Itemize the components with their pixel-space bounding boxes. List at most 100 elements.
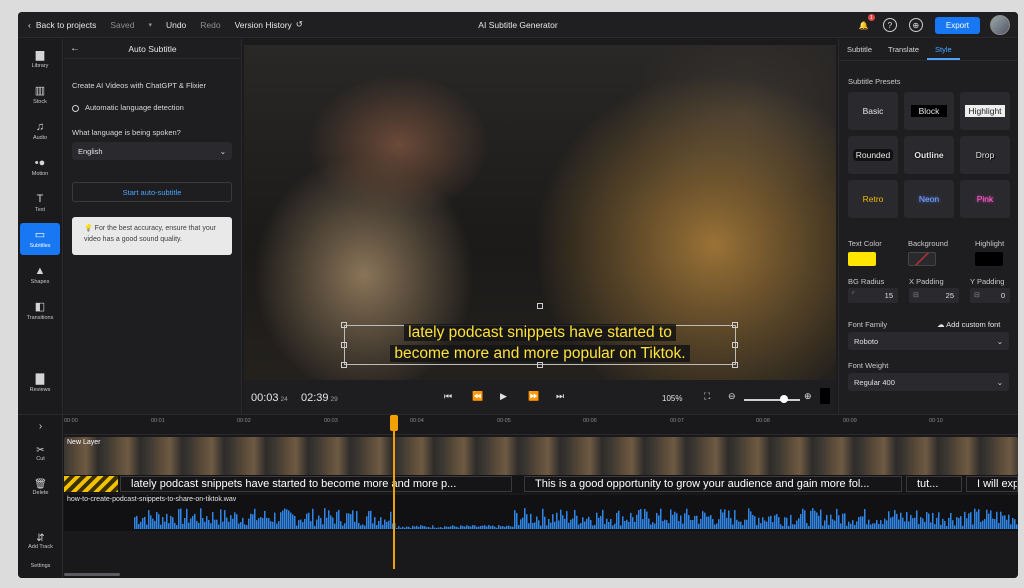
play-icon[interactable]: ▶ (500, 391, 507, 402)
rail-item-transitions[interactable]: ◧ Transitions (20, 295, 60, 327)
x-padding-input[interactable]: ⊟ 25 (909, 288, 959, 303)
collapse-icon[interactable]: › (18, 421, 63, 432)
font-family-label: Font Family (848, 320, 888, 329)
globe-icon[interactable]: ⊕ (908, 18, 923, 32)
language-select[interactable]: English ⌄ (72, 142, 232, 160)
preset-rounded[interactable]: Rounded (848, 136, 898, 174)
add-custom-font-button[interactable]: ☁ Add custom font (937, 320, 1000, 329)
zoom-out-icon[interactable]: ⊖ (728, 391, 736, 402)
style-tabs: Subtitle Translate Style (839, 39, 1018, 61)
playhead[interactable] (393, 429, 395, 569)
cut-button[interactable]: ✂ Cut (18, 445, 63, 462)
preset-retro[interactable]: Retro (848, 180, 898, 218)
topbar-actions: 🔔 1 ? ⊕ Export (857, 14, 1010, 35)
back-to-projects-button[interactable]: ‹ Back to projects (28, 20, 96, 30)
background-label: Background (908, 239, 949, 248)
chevron-down-icon: ⌄ (996, 336, 1003, 346)
bg-radius-input[interactable]: ⌜ 15 (848, 288, 898, 303)
zoom-level: 105% (662, 394, 683, 403)
skip-start-icon[interactable]: ⏮ (444, 391, 452, 402)
language-question: What language is being spoken? (72, 128, 181, 137)
add-track-button[interactable]: ⇵ Add Track (18, 533, 63, 550)
timeline-tools: › ✂ Cut 🗑 Delete ⇵ Add Track Settings (18, 415, 63, 578)
time-ruler[interactable]: 00:00 00:01 00:02 00:03 00:04 00:05 00:0… (64, 415, 1018, 435)
preset-block[interactable]: Block (904, 92, 954, 130)
bg-radius-label: BG Radius (848, 277, 885, 286)
aspect-icon[interactable] (820, 388, 830, 404)
delete-button[interactable]: 🗑 Delete (18, 479, 63, 496)
auto-detect-option[interactable]: Automatic language detection (72, 103, 184, 112)
rotate-handle[interactable] (537, 303, 543, 309)
help-icon[interactable]: ? (882, 18, 897, 32)
tick-label: 00:01 (151, 418, 165, 424)
cloud-upload-icon: ☁ (937, 320, 945, 329)
caption-line-2: become more and more popular on Tiktok. (244, 345, 836, 363)
settings-button[interactable]: Settings (18, 563, 63, 569)
presets-label: Subtitle Presets (848, 77, 901, 86)
subtitle-clip[interactable]: This is a good opportunity to grow your … (524, 476, 902, 492)
rail-item-audio[interactable]: ♫ Audio (20, 115, 60, 147)
x-padding-icon: ⊟ (913, 292, 919, 299)
saved-status: Saved (110, 19, 135, 30)
preset-outline[interactable]: Outline (904, 136, 954, 174)
rewind-icon[interactable]: ⏪ (472, 391, 483, 402)
tab-style[interactable]: Style (927, 39, 960, 60)
corner-icon: ⌜ (852, 292, 856, 299)
rail-item-shapes[interactable]: ▲ Shapes (20, 259, 60, 291)
start-auto-subtitle-button[interactable]: Start auto-subtitle (72, 182, 232, 202)
redo-button[interactable]: Redo (200, 20, 220, 30)
tab-translate[interactable]: Translate (880, 39, 927, 60)
video-track[interactable]: New Layer (64, 437, 1018, 475)
arrow-left-icon[interactable]: ← (70, 43, 90, 54)
undo-button[interactable]: Undo (166, 20, 186, 30)
version-history-button[interactable]: Version History ↺ (235, 19, 303, 30)
caption-line-1: lately podcast snippets have started to (244, 324, 836, 342)
avatar[interactable] (990, 15, 1010, 35)
preset-neon[interactable]: Neon (904, 180, 954, 218)
chevron-left-icon: ‹ (28, 19, 31, 30)
tick-label: 00:09 (843, 418, 857, 424)
font-family-select[interactable]: Roboto ⌄ (848, 332, 1009, 350)
skip-end-icon[interactable]: ⏭ (556, 391, 564, 402)
rail-item-library[interactable]: ▆ Library (20, 43, 60, 75)
export-button[interactable]: Export (934, 16, 980, 34)
notification-badge: 1 (867, 14, 875, 21)
audio-track[interactable]: how-to-create-podcast-snippets-to-share-… (64, 495, 1018, 531)
font-weight-select[interactable]: Regular 400 ⌄ (848, 373, 1009, 391)
subtitle-clip[interactable]: lately podcast snippets have started to … (120, 476, 512, 492)
trash-icon: 🗑 (34, 479, 47, 490)
radio-icon[interactable] (72, 104, 79, 112)
tip-box: 💡 For the best accuracy, ensure that you… (72, 217, 232, 255)
rail-item-subtitles[interactable]: ▭ Subtitles (20, 223, 60, 255)
rail-item-stock[interactable]: ▥ Stock (20, 79, 60, 111)
font-weight-label: Font Weight (848, 361, 889, 370)
highlight-color-swatch[interactable] (975, 252, 1003, 266)
fullscreen-icon[interactable]: ⛶ (704, 391, 710, 402)
rail-item-motion[interactable]: •● Motion (20, 151, 60, 183)
lightbulb-icon: 💡 (84, 225, 93, 232)
zoom-in-icon[interactable]: ⊕ (804, 391, 812, 402)
rail-item-text[interactable]: T Text (20, 187, 60, 219)
tick-label: 00:00 (64, 418, 78, 424)
empty-gap (64, 476, 118, 492)
subtitle-clip[interactable]: I will expla (966, 476, 1018, 492)
fast-forward-icon[interactable]: ⏩ (528, 391, 539, 402)
video-preview[interactable]: lately podcast snippets have started to … (244, 45, 836, 380)
zoom-slider[interactable] (744, 399, 800, 401)
zoom-slider-knob[interactable] (780, 395, 788, 403)
text-color-swatch[interactable] (848, 252, 876, 266)
x-padding-label: X Padding (909, 277, 944, 286)
saved-dropdown-icon[interactable]: ▾ (148, 21, 152, 29)
bell-icon[interactable]: 🔔 1 (857, 14, 875, 32)
preset-pink[interactable]: Pink (960, 180, 1010, 218)
y-padding-input[interactable]: ⊟ 0 (970, 288, 1010, 303)
timeline-scrollbar[interactable] (64, 573, 120, 576)
background-color-swatch[interactable] (908, 252, 936, 266)
preset-drop[interactable]: Drop (960, 136, 1010, 174)
rail-item-reviews[interactable]: ▇ Reviews (20, 367, 60, 399)
preset-highlight[interactable]: Highlight (960, 92, 1010, 130)
preset-basic[interactable]: Basic (848, 92, 898, 130)
tab-subtitle[interactable]: Subtitle (839, 39, 880, 60)
subtitle-clip[interactable]: tut... (906, 476, 962, 492)
stock-books-icon: ▥ (34, 85, 46, 97)
